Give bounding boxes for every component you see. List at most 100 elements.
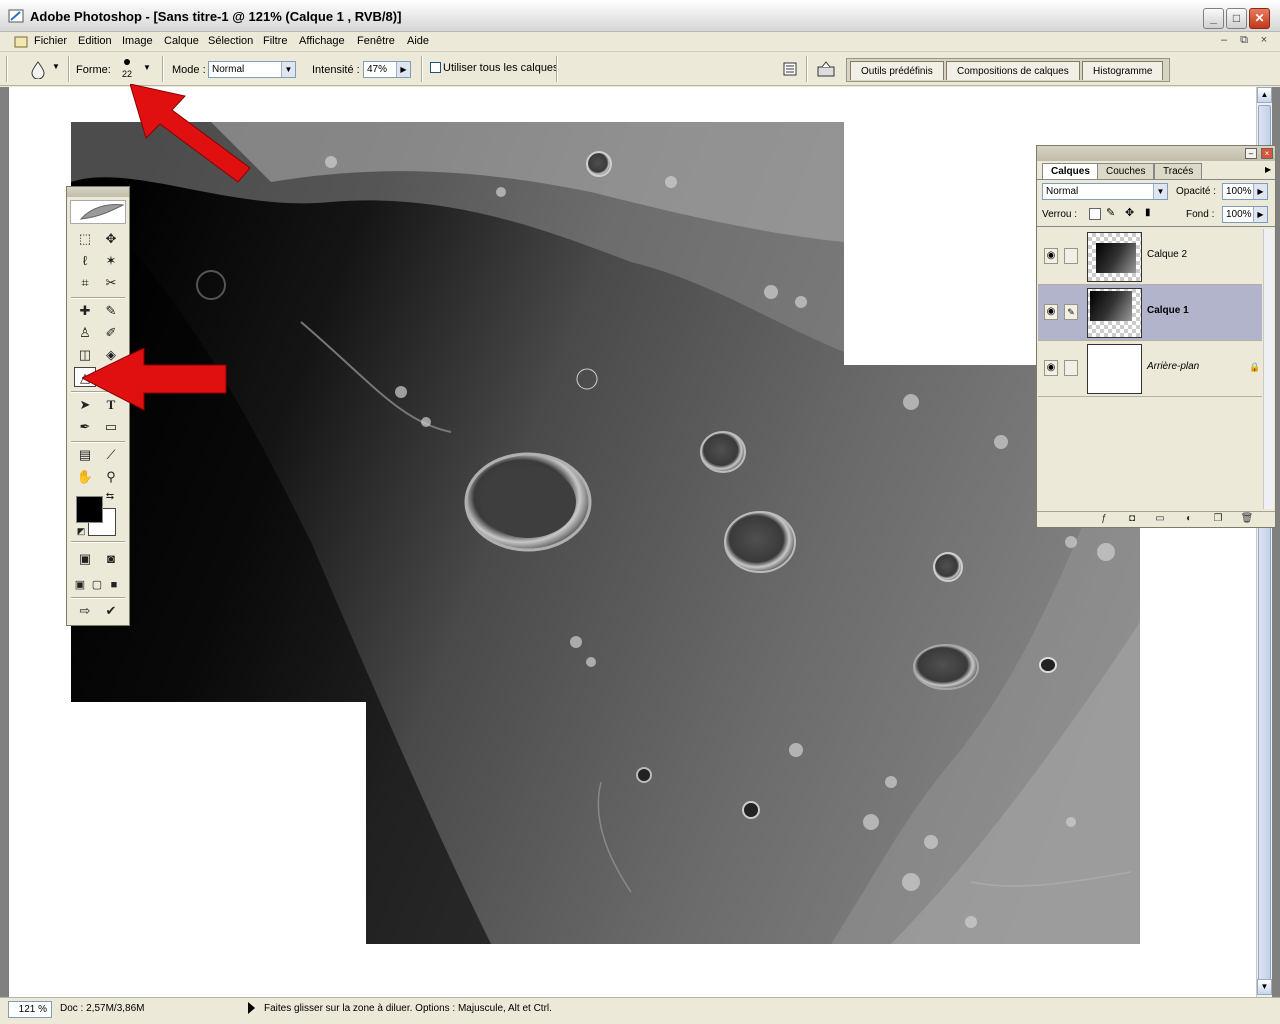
visibility-eye-icon[interactable]: ◉ (1044, 360, 1058, 376)
scroll-down-button[interactable]: ▼ (1257, 979, 1272, 995)
pen-tool-icon[interactable]: ✒ (74, 417, 96, 437)
brush-tool-icon[interactable]: ✎ (100, 301, 122, 321)
doc-minimize-button[interactable]: – (1216, 34, 1232, 48)
file-browser-icon[interactable] (782, 62, 798, 76)
lock-transparency-icon[interactable] (1089, 208, 1101, 220)
palette-menu-icon[interactable]: ▶ (1265, 165, 1271, 174)
layer-style-icon[interactable]: ƒ (1097, 513, 1111, 526)
menu-fichier[interactable]: Fichier (34, 35, 67, 47)
eyedropper-tool-icon[interactable]: ⟋ (100, 445, 122, 465)
visibility-eye-icon[interactable]: ◉ (1044, 304, 1058, 320)
menu-calque[interactable]: Calque (164, 35, 199, 47)
tab-calques[interactable]: Calques (1042, 163, 1099, 180)
slice-tool-icon[interactable]: ✂ (100, 273, 122, 293)
standard-mode-icon[interactable]: ▣ (74, 549, 96, 569)
healing-brush-tool-icon[interactable]: ✚ (74, 301, 96, 321)
chevron-right-icon: ▶ (1253, 207, 1267, 222)
new-layer-icon[interactable]: ❐ (1211, 513, 1225, 526)
tab-couches[interactable]: Couches (1097, 163, 1155, 179)
menu-aide[interactable]: Aide (407, 35, 429, 47)
layer-row-calque-2[interactable]: ◉ Calque 2 (1038, 229, 1262, 285)
maximize-button[interactable]: □ (1226, 8, 1247, 29)
screen-mode-full-menu-icon[interactable]: ▢ (89, 575, 105, 595)
menu-edition[interactable]: Edition (78, 35, 112, 47)
clone-stamp-tool-icon[interactable]: ♙ (74, 323, 96, 343)
blend-mode-select[interactable]: Normal ▼ (1042, 183, 1168, 200)
toolbox-grip[interactable] (67, 187, 129, 197)
quick-mask-mode-icon[interactable]: ◙ (100, 549, 122, 569)
new-group-icon[interactable]: ▭ (1153, 513, 1167, 526)
blur-tool-icon[interactable] (30, 61, 46, 79)
menu-filtre[interactable]: Filtre (263, 35, 287, 47)
doc-restore-button[interactable]: ⧉ (1236, 34, 1252, 48)
lock-position-icon[interactable]: ✥ (1125, 206, 1134, 219)
layer-name: Arrière-plan (1147, 361, 1200, 372)
magic-wand-tool-icon[interactable]: ✶ (100, 251, 122, 271)
default-colors-icon[interactable]: ◩ (75, 525, 87, 537)
annotation-arrow-forme (130, 84, 251, 183)
lock-all-icon[interactable]: ▮ (1145, 207, 1151, 218)
marquee-tool-icon[interactable]: ⬚ (74, 229, 96, 249)
brush-size: 22 (122, 69, 133, 79)
adobe-feather-logo[interactable] (70, 200, 126, 224)
trash-icon[interactable]: 🗑 (1240, 513, 1254, 526)
move-tool-icon[interactable]: ✥ (100, 229, 122, 249)
layer-thumbnail (1087, 288, 1142, 338)
screen-mode-full-icon[interactable]: ■ (106, 575, 122, 595)
menu-fenetre[interactable]: Fenêtre (357, 35, 395, 47)
layer-row-calque-1[interactable]: ◉ ✎ Calque 1 (1038, 285, 1262, 341)
tab-outils-predefinis[interactable]: Outils prédéfinis (850, 61, 944, 80)
lasso-tool-icon[interactable]: ℓ (74, 251, 96, 271)
palette-well-icon[interactable] (816, 60, 836, 78)
imageready-jump-icon[interactable]: ⇨ (74, 601, 96, 621)
scroll-up-button[interactable]: ▲ (1257, 87, 1272, 103)
doc-close-button[interactable]: × (1256, 34, 1272, 48)
brush-picker-dropdown[interactable]: ▼ (143, 63, 151, 72)
shape-tool-icon[interactable]: ▭ (100, 417, 122, 437)
crop-tool-icon[interactable]: ⌗ (74, 273, 96, 293)
intensite-field[interactable]: 47% ▶ (363, 61, 411, 78)
zoom-tool-icon[interactable]: ⚲ (100, 467, 122, 487)
close-button[interactable]: ✕ (1249, 8, 1270, 29)
menu-selection[interactable]: Sélection (208, 35, 253, 47)
layers-palette-titlebar[interactable] (1037, 146, 1275, 161)
zoom-field[interactable]: 121 % (8, 1001, 52, 1018)
opacity-field[interactable]: 100% ▶ (1222, 183, 1268, 200)
menu-affichage[interactable]: Affichage (299, 35, 345, 47)
status-menu-arrow-icon[interactable] (248, 1002, 255, 1014)
adjustment-layer-icon[interactable]: ◐ (1182, 513, 1196, 526)
layer-thumbnail (1087, 232, 1142, 282)
layer-link-box[interactable] (1064, 360, 1078, 376)
swap-colors-icon[interactable]: ⇆ (104, 491, 116, 503)
options-bar: ▼ Forme: 22 ▼ Mode : Normal ▼ Intensité :… (0, 52, 1280, 86)
tab-histogramme[interactable]: Histogramme (1082, 61, 1164, 80)
palette-minimize-button[interactable]: – (1245, 148, 1257, 159)
minimize-button[interactable]: _ (1203, 8, 1224, 29)
screen-mode-standard-icon[interactable]: ▣ (72, 575, 88, 595)
tool-preset-dropdown[interactable]: ▼ (52, 62, 60, 71)
foreground-color-swatch[interactable] (76, 496, 103, 523)
add-mask-icon[interactable]: ◘ (1125, 513, 1139, 526)
lock-pixels-icon[interactable]: ✎ (1106, 206, 1115, 219)
brush-preview[interactable] (124, 59, 130, 65)
sample-all-layers-checkbox[interactable] (430, 62, 441, 73)
mode-select[interactable]: Normal ▼ (208, 61, 296, 78)
layer-link-box[interactable] (1064, 248, 1078, 264)
layers-scrollbar[interactable] (1263, 229, 1274, 509)
menu-image[interactable]: Image (122, 35, 153, 47)
history-brush-tool-icon[interactable]: ✐ (100, 323, 122, 343)
chevron-down-icon: ▼ (1153, 184, 1167, 199)
tab-compositions-calques[interactable]: Compositions de calques (946, 61, 1080, 80)
layers-bottom-bar: ƒ ◘ ▭ ◐ ❐ 🗑 (1037, 511, 1275, 527)
hand-tool-icon[interactable]: ✋ (74, 467, 96, 487)
moon-image[interactable] (71, 122, 1140, 944)
notes-tool-icon[interactable]: ▤ (74, 445, 96, 465)
window-title: Adobe Photoshop - [Sans titre-1 @ 121% (… (30, 9, 402, 24)
fill-field[interactable]: 100% ▶ (1222, 206, 1268, 223)
edit-in-imageready-icon[interactable]: ✔ (100, 601, 122, 621)
visibility-eye-icon[interactable]: ◉ (1044, 248, 1058, 264)
brush-icon[interactable]: ✎ (1064, 304, 1078, 320)
palette-close-button[interactable]: × (1261, 148, 1273, 159)
layer-row-arriere-plan[interactable]: ◉ Arrière-plan 🔒 (1038, 341, 1262, 397)
tab-traces[interactable]: Tracés (1154, 163, 1203, 179)
